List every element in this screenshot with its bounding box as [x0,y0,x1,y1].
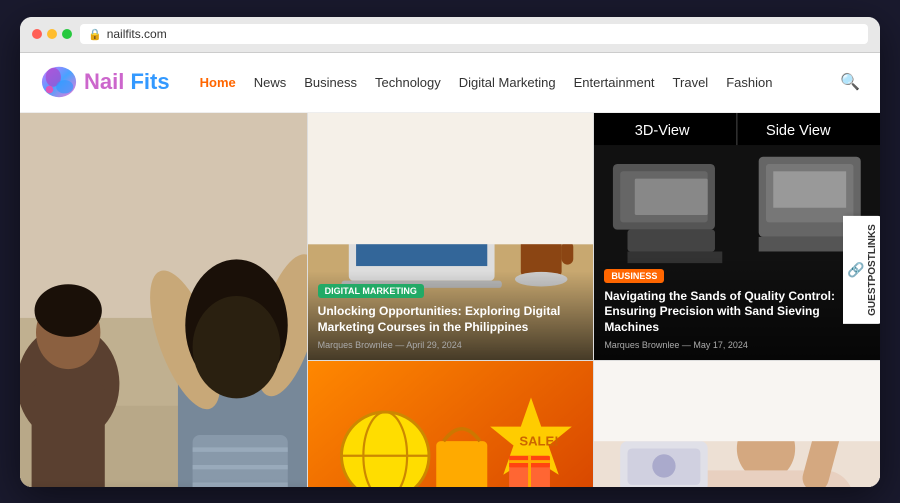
nav-entertainment[interactable]: Entertainment [574,75,655,90]
featured-overlay: HEALTH Que Pasa Si Una Mujer No Tiene Re… [20,479,307,487]
card1-badge: DIGITAL MARKETING [318,284,424,298]
card2-author: Marques Brownlee [604,340,679,350]
featured-article[interactable]: HEALTH Que Pasa Si Una Mujer No Tiene Re… [20,113,307,487]
svg-text:SALE!: SALE! [519,434,558,449]
guestpost-sidebar[interactable]: 🔗 GUESTPOSTLINKS [843,216,880,324]
address-bar[interactable]: 🔒 nailfits.com [80,24,868,44]
guestpost-logo-icon: 🔗 [847,261,863,278]
card1-overlay: DIGITAL MARKETING Unlocking Opportunitie… [308,271,594,360]
featured-image [20,113,307,487]
nav-fashion[interactable]: Fashion [726,75,772,90]
card-retail[interactable]: SALE! [307,361,594,486]
article-grid: DIGITAL MARKETING Unlocking Opportunitie… [307,113,880,487]
nav-news[interactable]: News [254,75,287,90]
site-header: Nail Fits Home News Business Technology … [20,53,880,113]
logo-icon [40,63,78,101]
site-logo[interactable]: Nail Fits [40,63,170,101]
card3-image: SALE! [308,361,594,486]
card4-image [594,361,880,486]
card2-badge: BUSINESS [604,269,664,283]
minimize-dot[interactable] [47,29,57,39]
browser-chrome: 🔒 nailfits.com [20,17,880,53]
nav-technology[interactable]: Technology [375,75,441,90]
close-dot[interactable] [32,29,42,39]
site-content: Nail Fits Home News Business Technology … [20,53,880,487]
main-nav: Home News Business Technology Digital Ma… [200,72,860,92]
card2-meta: Marques Brownlee — May 17, 2024 [604,340,870,350]
card2-overlay: BUSINESS Navigating the Sands of Quality… [594,256,880,361]
nav-digital-marketing[interactable]: Digital Marketing [459,75,556,90]
svg-text:Side View: Side View [766,122,831,138]
card1-date: April 29, 2024 [406,340,462,350]
nav-business[interactable]: Business [304,75,357,90]
search-icon[interactable]: 🔍 [840,72,860,92]
nav-home[interactable]: Home [200,75,236,90]
maximize-dot[interactable] [62,29,72,39]
card1-author: Marques Brownlee [318,340,393,350]
card-digital-marketing[interactable]: DIGITAL MARKETING Unlocking Opportunitie… [307,113,594,362]
card2-title: Navigating the Sands of Quality Control:… [604,289,870,336]
lock-icon: 🔒 [88,28,102,41]
browser-window: 🔒 nailfits.com [20,17,880,487]
url-text: nailfits.com [107,27,167,41]
card1-meta: Marques Brownlee — April 29, 2024 [318,340,584,350]
main-content: HEALTH Que Pasa Si Una Mujer No Tiene Re… [20,113,880,487]
card-hair-removal[interactable]: HEALTH Permanent Hair Removal Singapore:… [593,361,880,486]
guestpost-brand: GUESTPOSTLINKS [867,224,878,316]
card2-date: May 17, 2024 [693,340,748,350]
svg-text:3D-View: 3D-View [635,122,690,138]
nav-travel[interactable]: Travel [673,75,709,90]
card1-title: Unlocking Opportunities: Exploring Digit… [318,304,584,335]
logo-text: Nail Fits [84,69,170,95]
card-sand-machine[interactable]: 3D-View Side View [593,113,880,362]
browser-dots [32,29,72,39]
